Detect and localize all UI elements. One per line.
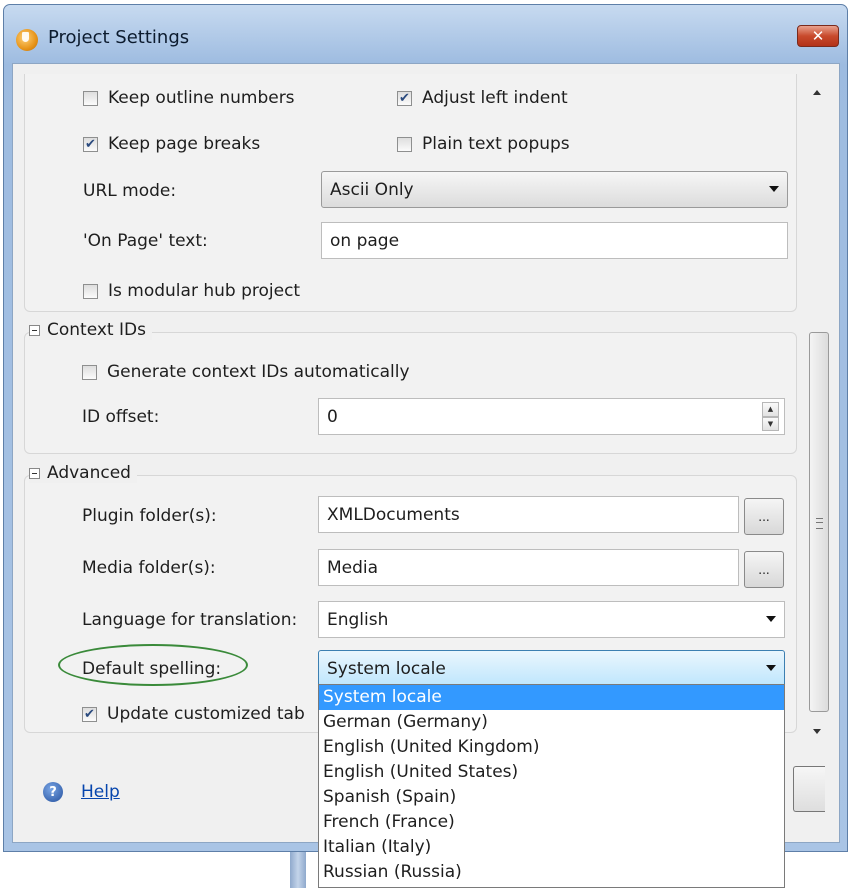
chevron-down-icon <box>766 665 776 671</box>
checkbox-label: Generate context IDs automatically <box>107 362 410 382</box>
checkmark-icon: ✔ <box>397 90 412 106</box>
checkbox-label: Is modular hub project <box>108 281 301 301</box>
id-offset-value: 0 <box>327 406 338 427</box>
context-ids-group <box>24 332 797 454</box>
app-icon <box>16 29 38 51</box>
help-link-row: ? Help <box>43 782 120 802</box>
section-label: Context IDs <box>47 320 146 340</box>
dropdown-option[interactable]: French (France) <box>319 810 784 835</box>
checkbox-box <box>83 90 98 106</box>
url-mode-value: Ascii Only <box>330 179 414 200</box>
spelling-dropdown-list[interactable]: System locale German (Germany) English (Un… <box>318 684 785 888</box>
default-spelling-select[interactable]: System locale <box>318 650 785 687</box>
scrollbar-thumb[interactable] <box>809 332 829 712</box>
checkbox-label: Keep outline numbers <box>108 88 295 108</box>
scroll-up-icon[interactable] <box>813 90 821 95</box>
keep-page-breaks-checkbox[interactable]: ✔ Keep page breaks <box>83 134 260 154</box>
checkmark-icon: ✔ <box>83 136 98 152</box>
id-offset-input[interactable]: 0 ▲ ▼ <box>318 398 785 435</box>
media-folder-label: Media folder(s): <box>82 558 216 578</box>
plugin-folder-browse-button[interactable]: ... <box>744 498 784 535</box>
checkbox-label: Plain text popups <box>422 134 570 154</box>
generate-context-ids-checkbox[interactable]: Generate context IDs automatically <box>82 362 410 382</box>
checkbox-label: Keep page breaks <box>108 134 261 154</box>
language-value: English <box>327 609 389 630</box>
section-label: Advanced <box>47 463 131 483</box>
checkbox-label: Update customized tab <box>107 704 305 724</box>
collapse-icon <box>29 324 40 336</box>
keep-outline-numbers-checkbox[interactable]: Keep outline numbers <box>83 88 295 108</box>
spin-down-icon[interactable]: ▼ <box>762 416 779 431</box>
general-group: Keep outline numbers ✔ Adjust left inden… <box>24 74 797 312</box>
dropdown-option[interactable]: English (United States) <box>319 760 784 785</box>
language-label: Language for translation: <box>82 610 298 630</box>
spin-up-icon[interactable]: ▲ <box>762 402 779 417</box>
default-spelling-value: System locale <box>327 658 446 679</box>
dialog-button-partial[interactable] <box>793 766 825 812</box>
checkbox-label: Adjust left indent <box>422 88 568 108</box>
dropdown-option[interactable]: System locale <box>319 685 784 710</box>
close-button[interactable]: ✕ <box>797 25 839 47</box>
media-folder-input[interactable]: Media <box>318 549 739 586</box>
chevron-down-icon <box>766 616 776 622</box>
scroll-down-icon[interactable] <box>813 729 821 734</box>
url-mode-select[interactable]: Ascii Only <box>321 171 788 208</box>
window-title: Project Settings <box>48 27 190 48</box>
advanced-section-header[interactable]: Advanced <box>29 463 137 483</box>
on-page-text-label: 'On Page' text: <box>83 231 208 251</box>
on-page-text-input[interactable]: on page <box>321 222 788 259</box>
checkbox-box <box>83 283 98 299</box>
help-link[interactable]: Help <box>81 782 120 802</box>
dropdown-option[interactable]: English (United Kingdom) <box>319 735 784 760</box>
dropdown-option[interactable]: Spanish (Spain) <box>319 785 784 810</box>
plain-text-popups-checkbox[interactable]: Plain text popups <box>397 134 570 154</box>
checkmark-icon: ✔ <box>82 706 97 722</box>
title-bar[interactable]: Project Settings ✕ <box>4 5 847 63</box>
highlight-ellipse-annotation <box>58 644 248 686</box>
modular-hub-checkbox[interactable]: Is modular hub project <box>83 281 300 301</box>
plugin-folder-input[interactable]: XMLDocuments <box>318 496 739 533</box>
help-icon: ? <box>43 782 63 802</box>
update-customized-checkbox[interactable]: ✔ Update customized tab <box>82 704 305 724</box>
grip-icon <box>816 518 823 529</box>
collapse-icon <box>29 467 40 479</box>
checkbox-box <box>397 136 412 152</box>
media-folder-browse-button[interactable]: ... <box>744 551 784 588</box>
url-mode-label: URL mode: <box>83 181 177 201</box>
chevron-down-icon <box>769 186 779 192</box>
checkbox-box <box>82 364 97 380</box>
context-ids-section-header[interactable]: Context IDs <box>29 320 152 340</box>
dropdown-option[interactable]: Italian (Italy) <box>319 835 784 860</box>
language-select[interactable]: English <box>318 601 785 638</box>
dropdown-option[interactable]: German (Germany) <box>319 710 784 735</box>
vertical-scrollbar[interactable] <box>809 74 831 734</box>
plugin-folder-label: Plugin folder(s): <box>82 506 217 526</box>
id-offset-spinner[interactable]: ▲ ▼ <box>762 402 779 431</box>
adjust-left-indent-checkbox[interactable]: ✔ Adjust left indent <box>397 88 568 108</box>
id-offset-label: ID offset: <box>82 407 160 427</box>
dropdown-option[interactable]: Russian (Russia) <box>319 860 784 885</box>
background-window-fragment <box>290 850 306 888</box>
